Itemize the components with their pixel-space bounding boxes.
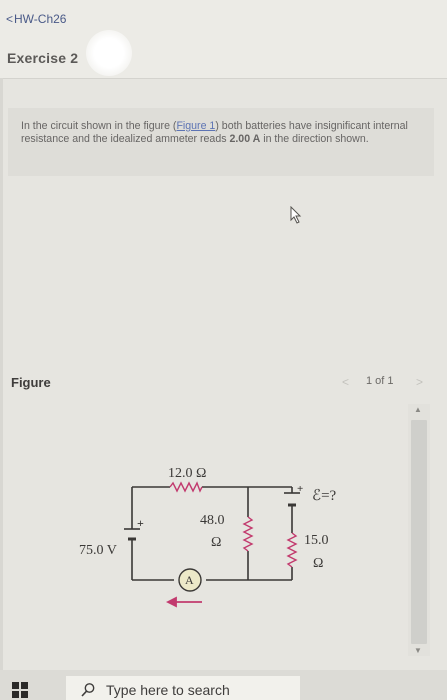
chevron-left-icon: < (6, 12, 14, 26)
left-edge (0, 78, 3, 670)
header-band (0, 0, 447, 78)
scroll-down-icon[interactable]: ▼ (414, 646, 422, 655)
search-placeholder: Type here to search (106, 682, 230, 698)
header-divider (0, 78, 447, 79)
exercise-title: Exercise 2 (7, 50, 79, 66)
windows-start-icon[interactable] (12, 682, 28, 698)
back-link[interactable]: <HW-Ch26 (6, 12, 66, 26)
screen-glare (86, 30, 132, 76)
label-r-right-unit: Ω (313, 556, 324, 571)
label-r-middle-value: 48.0 (200, 513, 225, 528)
resistor-right (286, 532, 298, 568)
label-r-top: 12.0 Ω (168, 466, 207, 481)
resistor-middle (242, 516, 254, 552)
figure-pager: < 1 of 1 > (328, 374, 424, 392)
ammeter-reading: 2.00 A (229, 133, 261, 145)
problem-text-end: in the direction shown. (260, 133, 369, 145)
figure-link[interactable]: Figure 1 (176, 120, 215, 132)
back-link-label: HW-Ch26 (14, 12, 67, 26)
resistor-top (169, 481, 203, 493)
label-r-middle-unit: Ω (211, 535, 222, 550)
search-icon (81, 683, 95, 697)
label-r-right-value: 15.0 (304, 533, 329, 548)
figure-label: Figure (11, 375, 51, 390)
pointer-cursor-icon (290, 206, 302, 224)
label-battery-right: ℰ=? (312, 488, 337, 504)
current-arrow (165, 596, 202, 608)
problem-text-start: In the circuit shown in the figure ( (21, 120, 177, 132)
label-ammeter: A (185, 573, 194, 587)
problem-text: In the circuit shown in the figure (Figu… (21, 120, 421, 146)
label-battery-left: 75.0 V (79, 543, 117, 558)
pager-next-button[interactable]: > (416, 375, 423, 389)
pager-count: 1 of 1 (366, 375, 394, 387)
pager-prev-button[interactable]: < (342, 375, 349, 389)
scrollbar-thumb[interactable] (411, 420, 427, 644)
label-plus-left: + (137, 516, 144, 530)
label-plus-right: + (297, 483, 304, 495)
scroll-up-icon[interactable]: ▲ (414, 405, 422, 414)
